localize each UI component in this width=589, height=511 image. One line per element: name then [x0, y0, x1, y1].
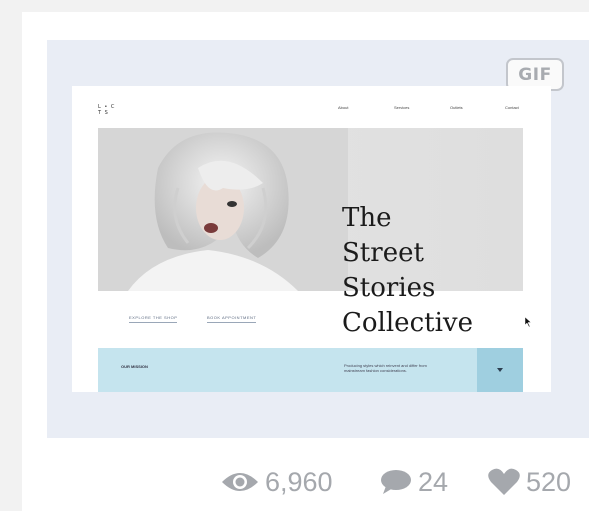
hero-title: The Street Stories Collective [342, 203, 473, 338]
likes-stat[interactable]: 520 [488, 462, 571, 502]
nav-outlets[interactable]: Outlets [450, 105, 463, 110]
views-count: 6,960 [265, 466, 333, 497]
mission-bar: OUR MISSION Producing styles which reinv… [98, 348, 523, 392]
nav-services[interactable]: Services [394, 105, 409, 110]
speech-bubble-icon [381, 470, 411, 494]
likes-count: 520 [526, 466, 572, 497]
site-nav: About Services Outlets Contact [72, 105, 551, 113]
book-appointment-link[interactable]: BOOK APPOINTMENT [207, 315, 257, 323]
mission-expand-button[interactable] [477, 348, 523, 392]
shot-stats: 6,960 24 520 [0, 462, 589, 502]
heart-icon [488, 468, 520, 495]
mission-label: OUR MISSION [121, 364, 148, 369]
comments-count: 24 [418, 466, 449, 497]
nav-contact[interactable]: Contact [505, 105, 519, 110]
eye-icon [222, 473, 258, 491]
comments-stat[interactable]: 24 [380, 462, 448, 502]
website-mockup: L • C T S About Services Outlets Contact [72, 86, 551, 392]
explore-shop-link[interactable]: EXPLORE THE SHOP [129, 315, 178, 323]
chevron-down-icon [497, 368, 503, 372]
portrait-image [98, 128, 348, 291]
cursor-icon [525, 317, 532, 327]
views-stat: 6,960 [221, 462, 333, 502]
mission-text: Producing styles which reinvent and diff… [344, 363, 427, 373]
nav-about[interactable]: About [338, 105, 348, 110]
